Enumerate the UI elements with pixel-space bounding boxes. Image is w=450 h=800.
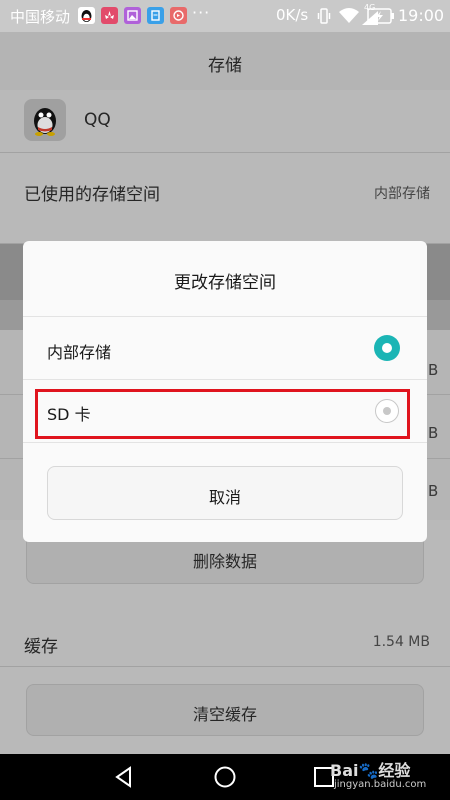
delete-data-label: 删除数据 <box>192 552 257 571</box>
highlight-box <box>35 389 410 439</box>
dialog-divider <box>23 442 427 443</box>
dialog-title: 更改存储空间 <box>174 273 276 293</box>
storage-used-label: 已使用的存储空间 <box>24 185 160 205</box>
network-speed: 0K/s <box>276 6 309 24</box>
cancel-button-label: 取消 <box>208 488 241 507</box>
carrier-name: 中国移动 <box>10 8 71 26</box>
back-icon[interactable] <box>113 766 135 792</box>
row-value-peek: B <box>428 361 439 379</box>
wifi-icon <box>338 7 360 29</box>
qq-app-icon <box>24 99 66 141</box>
radio-selected-icon[interactable] <box>374 335 400 361</box>
watermark-url: jingyan.baidu.com <box>334 779 427 790</box>
clock: 19:00 <box>398 6 445 25</box>
option-internal-storage-label: 内部存储 <box>47 343 112 362</box>
vibrate-icon <box>317 7 331 29</box>
watermark-brand: Bai🐾经验 <box>330 761 411 780</box>
divider <box>0 666 450 667</box>
huawei-notification-icon <box>101 7 118 24</box>
clear-cache-label: 清空缓存 <box>192 705 257 724</box>
row-value-peek: B <box>428 482 439 500</box>
battery-charging-icon <box>367 8 395 28</box>
gallery-notification-icon <box>124 7 141 24</box>
row-value-peek: B <box>428 424 439 442</box>
qq-notification-icon <box>78 7 95 24</box>
status-bar: 中国移动 ··· 0K/s 4G 19:00 <box>0 0 450 32</box>
cache-label: 缓存 <box>24 637 58 657</box>
more-notifications-indicator: ··· <box>192 3 211 22</box>
home-icon[interactable] <box>213 765 237 793</box>
cache-value: 1.54 MB <box>372 634 430 650</box>
file-notification-icon <box>147 7 164 24</box>
storage-used-value: 内部存储 <box>374 186 430 202</box>
page-title: 存储 <box>208 56 242 76</box>
phone-manager-notification-icon <box>170 7 187 24</box>
app-info-row <box>0 90 450 152</box>
title-bar: 存储 <box>0 32 450 90</box>
app-name: QQ <box>84 110 111 130</box>
